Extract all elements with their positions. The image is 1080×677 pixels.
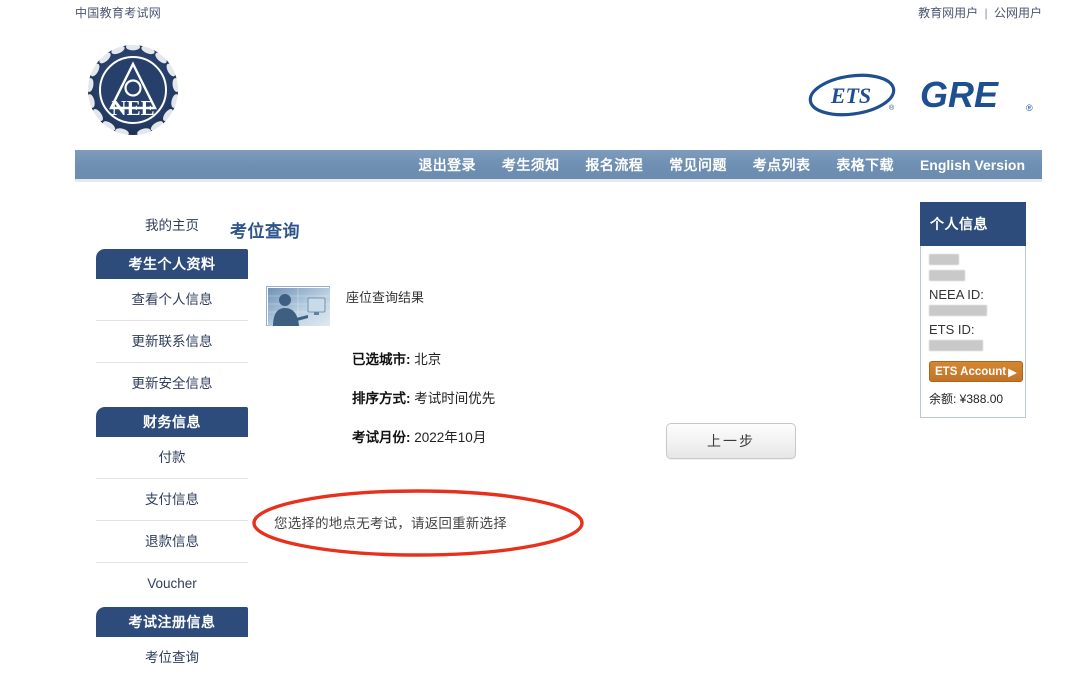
nav-form-download[interactable]: 表格下载 — [823, 150, 907, 180]
ets-account-button-label: ETS Account — [935, 365, 1007, 378]
arrow-right-icon: ▶ — [1008, 366, 1017, 379]
nav-candidate-notice[interactable]: 考生须知 — [489, 150, 573, 180]
no-exam-warning: 您选择的地点无考试，请返回重新选择 — [248, 487, 588, 559]
main-navigation: 退出登录 考生须知 报名流程 常见问题 考点列表 表格下载 English Ve… — [75, 150, 1042, 182]
ets-logo: ETS ® — [808, 73, 896, 117]
seat-result-header: 座位查询结果 — [266, 286, 880, 326]
nav-registration-process[interactable]: 报名流程 — [573, 150, 657, 180]
detail-row: 排序方式: 考试时间优先 — [352, 387, 880, 407]
seat-result-label: 座位查询结果 — [346, 290, 425, 305]
neea-logo[interactable]: NEE — [78, 36, 188, 144]
ets-gre-branding: ETS ® GRE ® — [806, 72, 1042, 118]
nav-faq[interactable]: 常见问题 — [656, 150, 740, 180]
sidebar-header-exam-registration-info[interactable]: 考试注册信息 — [96, 607, 248, 637]
sidebar-header-financial-info[interactable]: 财务信息 — [96, 407, 248, 437]
sidebar-item-payment-info[interactable]: 支付信息 — [96, 479, 248, 521]
neea-logo-text: NEE — [111, 96, 154, 120]
svg-text:ETS: ETS — [830, 83, 871, 108]
person-at-computer-image — [266, 286, 330, 326]
sidebar-item-voucher[interactable]: Voucher — [96, 563, 248, 605]
nav-test-center-list[interactable]: 考点列表 — [740, 150, 824, 180]
sort-order-label: 排序方式: — [352, 391, 411, 406]
page-root: 中国教育考试网 教育网用户 | 公网用户 NEE ETS ® GRE ® 退出登… — [0, 0, 1080, 677]
selected-city-label: 已选城市: — [352, 352, 411, 367]
redacted-ets-id — [929, 340, 983, 351]
ets-id-label: ETS ID: — [929, 322, 975, 337]
site-name: 中国教育考试网 — [75, 6, 162, 20]
link-separator: | — [984, 6, 988, 20]
personal-info-panel-title: 个人信息 — [920, 202, 1026, 246]
sidebar: 我的主页 考生个人资料 查看个人信息 更新联系信息 更新安全信息 财务信息 付款… — [96, 205, 248, 677]
sidebar-item-refund-info[interactable]: 退款信息 — [96, 521, 248, 563]
redacted-name-line-2 — [929, 270, 965, 281]
sidebar-item-my-homepage[interactable]: 我的主页 — [96, 205, 248, 247]
exam-month-value: 2022年10月 — [414, 430, 487, 445]
sidebar-header-candidate-profile[interactable]: 考生个人资料 — [96, 249, 248, 279]
edu-network-user-link[interactable]: 教育网用户 — [918, 6, 978, 20]
gre-logo: GRE ® — [920, 74, 1033, 115]
account-balance: 余额: ¥388.00 — [929, 392, 1004, 406]
neea-id-label: NEEA ID: — [929, 287, 984, 302]
detail-row: 考试月份: 2022年10月 — [352, 426, 880, 446]
svg-text:GRE: GRE — [920, 74, 999, 115]
page-title: 考位查询 — [230, 222, 300, 241]
previous-step-button[interactable]: 上一步 — [666, 423, 796, 459]
detail-row: 已选城市: 北京 — [352, 348, 880, 368]
sort-order-value: 考试时间优先 — [414, 391, 496, 406]
sidebar-item-seat-query[interactable]: 考位查询 — [96, 637, 248, 677]
redacted-name-line-1 — [929, 254, 959, 265]
logo-band: NEE ETS ® GRE ® — [0, 26, 1080, 150]
personal-info-panel-body: NEEA ID: ETS ID: ETS Account ▶ 余额: ¥388.… — [921, 246, 1025, 417]
nav-logout[interactable]: 退出登录 — [405, 150, 489, 180]
public-network-user-link[interactable]: 公网用户 — [994, 6, 1042, 20]
svg-text:®: ® — [889, 104, 895, 112]
top-utility-bar: 中国教育考试网 教育网用户 | 公网用户 — [0, 0, 1080, 26]
personal-info-panel: 个人信息 NEEA ID: ETS ID: ETS Account ▶ 余额: … — [920, 202, 1026, 418]
redacted-neea-id — [929, 305, 987, 316]
sidebar-item-update-security-info[interactable]: 更新安全信息 — [96, 363, 248, 405]
query-detail-list: 已选城市: 北京 排序方式: 考试时间优先 考试月份: 2022年10月 — [352, 348, 880, 446]
nav-english-version[interactable]: English Version — [907, 150, 1038, 180]
sidebar-item-update-contact-info[interactable]: 更新联系信息 — [96, 321, 248, 363]
selected-city-value: 北京 — [414, 352, 442, 367]
sidebar-item-payment[interactable]: 付款 — [96, 437, 248, 479]
svg-text:®: ® — [1026, 103, 1033, 113]
ets-account-button[interactable]: ETS Account ▶ — [929, 361, 1023, 382]
no-exam-warning-text: 您选择的地点无考试，请返回重新选择 — [274, 516, 507, 531]
exam-month-label: 考试月份: — [352, 430, 411, 445]
user-type-links: 教育网用户 | 公网用户 — [918, 4, 1042, 21]
sidebar-item-view-personal-info[interactable]: 查看个人信息 — [96, 279, 248, 321]
